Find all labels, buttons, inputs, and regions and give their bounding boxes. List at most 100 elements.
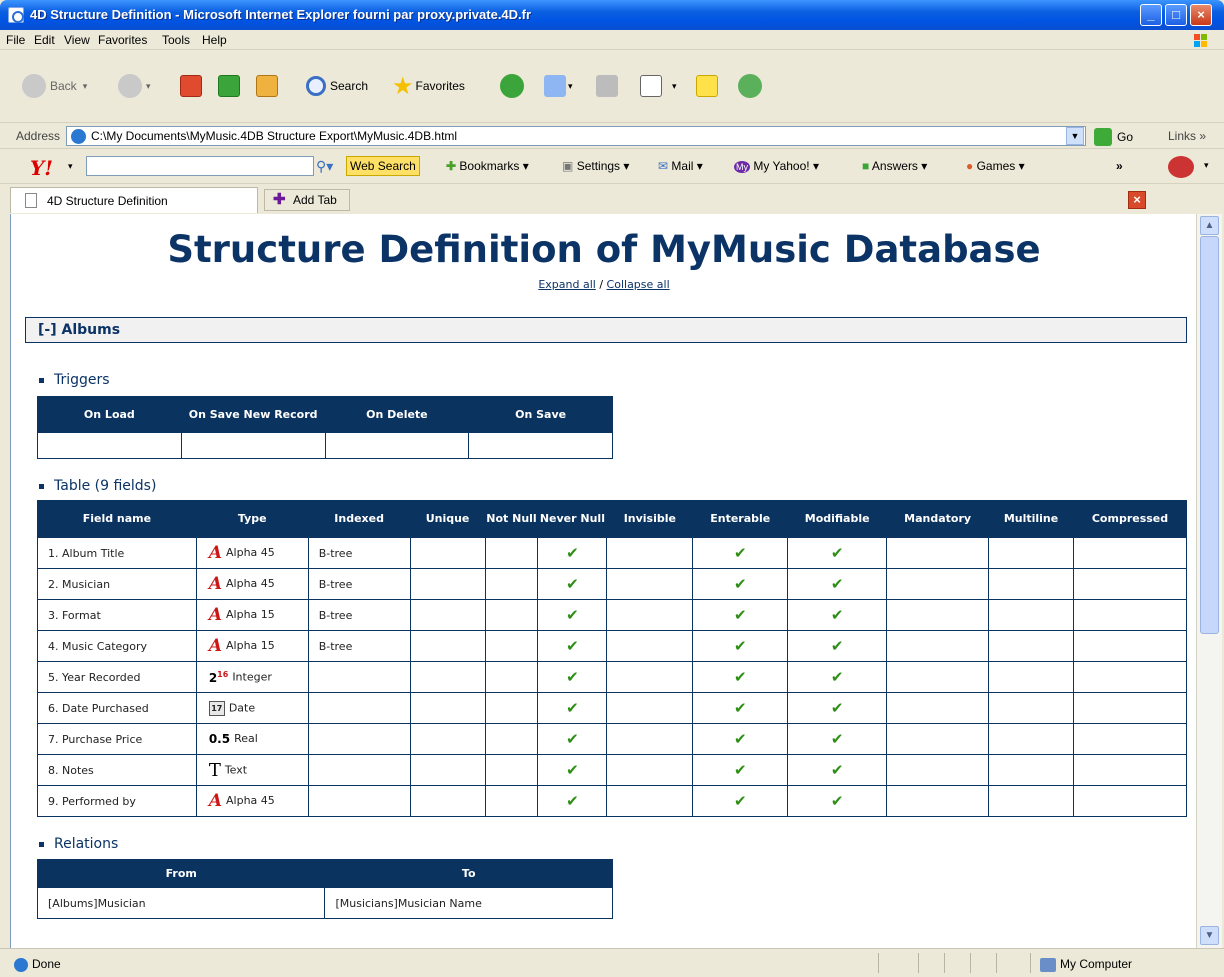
links-button[interactable]: Links » [1168, 129, 1206, 143]
field-compressed [1073, 568, 1187, 600]
tab-4d-structure-definition[interactable]: 4D Structure Definition [10, 187, 258, 213]
field-multiline [988, 785, 1074, 817]
refresh-button[interactable] [218, 73, 240, 99]
th-enterable: Enterable [692, 500, 789, 538]
field-multiline [988, 692, 1074, 724]
check-icon: ✔ [733, 761, 747, 779]
messenger-button[interactable] [738, 73, 766, 99]
menu-view[interactable]: View [64, 33, 90, 47]
field-multiline [988, 723, 1074, 755]
field-type-label: Text [224, 763, 248, 776]
field-not-null [484, 568, 539, 600]
menu-file[interactable]: File [6, 33, 25, 47]
mail-dropdown-icon[interactable]: ▾ [568, 81, 573, 92]
go-button[interactable]: Go [1094, 127, 1154, 147]
yahoo-menu-dropdown-icon[interactable]: ▾ [68, 161, 73, 172]
field-type: 0.5 Real [195, 723, 309, 755]
address-input[interactable]: C:\My Documents\MyMusic.4DB Structure Ex… [66, 126, 1086, 146]
ie-window-icon [8, 7, 24, 23]
games-label: Games [976, 159, 1016, 173]
table-row: 5. Year Recorded 216 Integer ✔ ✔ ✔ [37, 661, 1187, 693]
albums-section-header[interactable]: [-] Albums [25, 317, 1187, 343]
search-button[interactable]: Search [306, 73, 368, 99]
pdf-icon[interactable] [1168, 156, 1194, 178]
field-type-label: Alpha 45 [226, 794, 275, 807]
field-never-null: ✔ [537, 692, 608, 724]
field-mandatory [886, 785, 990, 817]
vertical-scrollbar[interactable]: ▲ ▼ [1196, 214, 1222, 948]
back-button[interactable]: Back ▾ [22, 73, 87, 99]
games-button[interactable]: ● Games ▾ [966, 159, 1025, 173]
field-compressed [1073, 692, 1187, 724]
settings-button[interactable]: ▣ Settings ▾ [562, 159, 629, 173]
collapse-all-link[interactable]: Collapse all [607, 278, 670, 291]
address-dropdown-icon[interactable]: ▼ [1066, 127, 1084, 145]
scroll-down-arrow-icon[interactable]: ▼ [1200, 926, 1219, 945]
mail-icon [544, 75, 566, 97]
home-button[interactable] [256, 73, 278, 99]
edit-button[interactable]: ▾ [640, 73, 677, 99]
field-never-null: ✔ [537, 599, 608, 631]
yahoo-logo-icon[interactable]: Y! [30, 156, 53, 180]
relation-from: [Albums]Musician [36, 887, 326, 919]
close-tab-button[interactable]: × [1128, 191, 1146, 209]
more-chevron-icon[interactable]: » [1116, 159, 1123, 173]
field-multiline [988, 661, 1074, 693]
scroll-up-arrow-icon[interactable]: ▲ [1200, 216, 1219, 235]
print-button[interactable] [596, 73, 618, 99]
close-window-button[interactable]: × [1190, 4, 1212, 26]
alpha-icon: A [208, 543, 223, 563]
field-mandatory [886, 537, 990, 569]
check-icon: ✔ [566, 730, 579, 748]
web-search-button[interactable]: Web Search [346, 156, 420, 176]
pdf-dropdown-icon[interactable]: ▾ [1204, 160, 1209, 171]
scrollbar-thumb[interactable] [1200, 236, 1219, 634]
table-row: 1. Album Title A Alpha 45 B-tree ✔ ✔ ✔ [37, 537, 1187, 569]
field-compressed [1073, 661, 1187, 693]
alpha-icon: A [208, 574, 223, 594]
bookmarks-button[interactable]: ✚ Bookmarks ▾ [446, 159, 529, 173]
field-multiline [988, 568, 1074, 600]
yahoo-search-input[interactable] [86, 156, 314, 176]
edit-dropdown-icon[interactable]: ▾ [672, 81, 677, 92]
maximize-button[interactable]: □ [1165, 4, 1187, 26]
messenger-icon [738, 74, 762, 98]
history-button[interactable] [500, 73, 528, 99]
favorites-button[interactable]: ★ Favorites [392, 73, 465, 100]
field-enterable: ✔ [692, 661, 789, 693]
expand-all-link[interactable]: Expand all [538, 278, 596, 291]
go-arrow-icon [1094, 128, 1112, 146]
field-name: 7. Purchase Price [37, 723, 197, 755]
field-compressed [1073, 754, 1187, 786]
field-not-null [484, 785, 539, 817]
check-icon: ✔ [733, 792, 747, 810]
relations-heading: Relations [39, 836, 118, 852]
field-name: 1. Album Title [37, 537, 197, 569]
field-invisible [606, 568, 694, 600]
th-to: To [324, 859, 613, 888]
notes-button[interactable] [696, 73, 718, 99]
my-yahoo-button[interactable]: My My Yahoo! ▾ [734, 159, 819, 173]
check-icon: ✔ [830, 668, 844, 686]
magnifier-icon[interactable]: ⚲▾ [316, 158, 333, 175]
menu-favorites[interactable]: Favorites [98, 33, 147, 47]
back-dropdown-icon[interactable]: ▾ [83, 81, 88, 92]
menu-help[interactable]: Help [202, 33, 227, 47]
field-modifiable: ✔ [787, 537, 888, 569]
forward-button[interactable]: ▾ [118, 73, 151, 99]
answers-button[interactable]: ■ Answers ▾ [862, 159, 927, 173]
yahoo-mail-button[interactable]: ✉ Mail ▾ [658, 159, 703, 173]
stop-button[interactable] [180, 73, 202, 99]
go-label: Go [1117, 130, 1134, 144]
menu-edit[interactable]: Edit [34, 33, 55, 47]
minimize-button[interactable]: _ [1140, 4, 1162, 26]
field-enterable: ✔ [692, 785, 789, 817]
forward-dropdown-icon[interactable]: ▾ [146, 81, 151, 92]
menu-tools[interactable]: Tools [162, 33, 190, 47]
settings-label: Settings [576, 159, 621, 173]
mail-button[interactable]: ▾ [544, 73, 573, 99]
field-not-null [484, 599, 539, 631]
favorites-label: Favorites [415, 79, 465, 93]
add-tab-button[interactable]: ✚ Add Tab [264, 189, 350, 211]
answers-label: Answers [871, 159, 918, 173]
